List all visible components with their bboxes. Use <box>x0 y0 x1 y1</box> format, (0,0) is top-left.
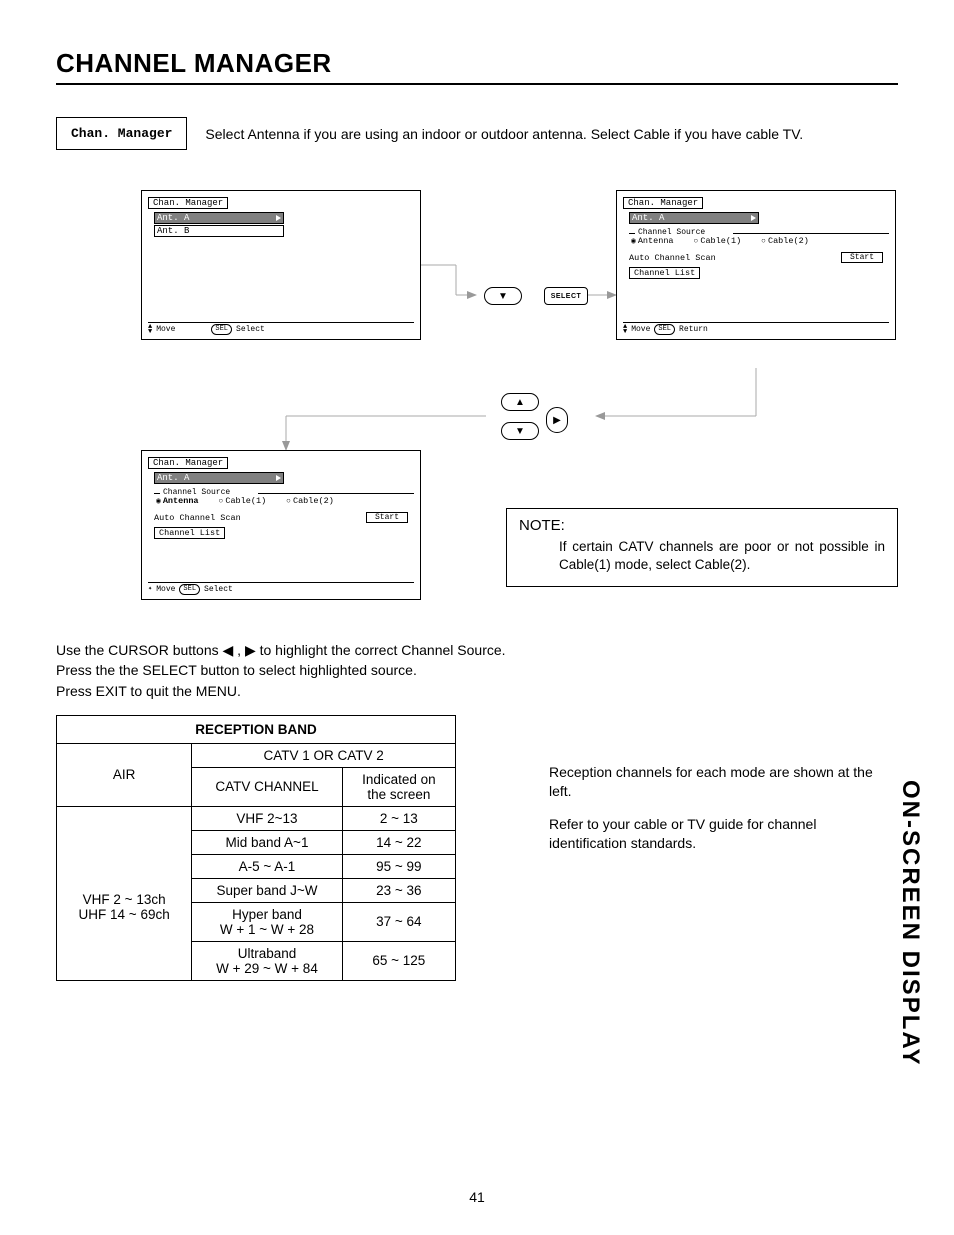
osd-ant-a-label: Ant. A <box>157 473 189 483</box>
osd-panel-2: Chan. Manager Ant. A Channel Source Ante… <box>616 190 896 340</box>
table-cell: 2 ~ 13 <box>342 806 455 830</box>
remote-down-button[interactable]: ▼ <box>501 422 539 440</box>
nav-arrows-icon: ✦ <box>148 586 152 593</box>
table-cell: Mid band A~1 <box>192 830 342 854</box>
channel-source-fieldset: Channel Source Antenna Cable(1) Cable(2) <box>154 490 414 506</box>
right-arrow-icon <box>276 215 281 221</box>
right-arrow-icon <box>276 475 281 481</box>
page-number: 41 <box>0 1189 954 1205</box>
channel-source-radios[interactable]: Antenna Cable(1) Cable(2) <box>631 236 889 246</box>
radio-cable1[interactable]: Cable(1) <box>694 236 742 246</box>
air-header: AIR <box>57 743 192 806</box>
osd-ant-b[interactable]: Ant. B <box>154 225 284 237</box>
section-side-label: ON-SCREEN DISPLAY <box>896 780 924 1067</box>
osd-title: Chan. Manager <box>148 197 228 209</box>
osd-title: Chan. Manager <box>623 197 703 209</box>
remote-select-button[interactable]: SELECT <box>544 287 588 305</box>
reception-band-table: RECEPTION BAND AIR CATV 1 OR CATV 2 CATV… <box>56 715 456 981</box>
side-text-2: Refer to your cable or TV guide for chan… <box>549 815 898 854</box>
instr-line3: Press EXIT to quit the MENU. <box>56 683 241 699</box>
instr-line2: Press the the SELECT button to select hi… <box>56 662 417 678</box>
catv-channel-header: CATV CHANNEL <box>192 767 342 806</box>
osd-panel-1: Chan. Manager Ant. A Ant. B ▲▼ Move SEL … <box>141 190 421 340</box>
radio-antenna[interactable]: Antenna <box>631 236 674 246</box>
auto-scan-row: Auto Channel Scan Start <box>154 512 408 523</box>
auto-scan-label: Auto Channel Scan <box>629 253 716 263</box>
channel-list-button[interactable]: Channel List <box>629 267 700 279</box>
move-label: Move <box>156 585 175 594</box>
table-header: RECEPTION BAND <box>57 715 456 743</box>
osd-footer: ✦ Move SEL Select <box>148 584 233 595</box>
channel-source-legend: Channel Source <box>160 488 233 497</box>
select-label: Select <box>236 325 265 334</box>
auto-scan-row: Auto Channel Scan Start <box>629 252 883 263</box>
page-title: CHANNEL MANAGER <box>56 48 898 85</box>
start-button[interactable]: Start <box>366 512 408 523</box>
catv-header: CATV 1 OR CATV 2 <box>192 743 456 767</box>
right-arrow-icon <box>751 215 756 221</box>
chan-manager-label-box: Chan. Manager <box>56 117 187 150</box>
note-title: NOTE: <box>519 517 885 534</box>
instruction-paragraph: Use the CURSOR buttons ◀ , ▶ to highligh… <box>56 640 898 701</box>
osd-footer: ▲▼ Move SEL Return <box>623 324 708 335</box>
select-label: Select <box>204 585 233 594</box>
updown-icon: ▲▼ <box>623 325 627 335</box>
side-text-1: Reception channels for each mode are sho… <box>549 763 898 802</box>
radio-cable2[interactable]: Cable(2) <box>761 236 809 246</box>
updown-icon: ▲▼ <box>148 325 152 335</box>
osd-footer: ▲▼ Move SEL Select <box>148 324 265 335</box>
osd-ant-a-selected[interactable]: Ant. A <box>154 212 284 224</box>
channel-source-fieldset: Channel Source Antenna Cable(1) Cable(2) <box>629 230 889 246</box>
remote-up-button[interactable]: ▲ <box>501 393 539 411</box>
instr-line1-pre: Use the CURSOR buttons <box>56 642 223 658</box>
osd-ant-a-label: Ant. A <box>632 213 664 223</box>
osd-title: Chan. Manager <box>148 457 228 469</box>
channel-list-button[interactable]: Channel List <box>154 527 225 539</box>
osd-ant-a-selected[interactable]: Ant. A <box>154 472 284 484</box>
table-cell: A-5 ~ A-1 <box>192 854 342 878</box>
note-body: If certain CATV channels are poor or not… <box>559 538 885 574</box>
move-label: Move <box>156 325 175 334</box>
flow-diagram: Chan. Manager Ant. A Ant. B ▲▼ Move SEL … <box>56 190 898 600</box>
auto-scan-label: Auto Channel Scan <box>154 513 241 523</box>
intro-text: Select Antenna if you are using an indoo… <box>205 126 803 142</box>
instr-line1-post: to highlight the correct Channel Source. <box>256 642 506 658</box>
table-cell: VHF 2~13 <box>192 806 342 830</box>
sel-pill: SEL <box>654 324 675 335</box>
move-label: Move <box>631 325 650 334</box>
osd-ant-a-selected[interactable]: Ant. A <box>629 212 759 224</box>
channel-source-radios[interactable]: Antenna Cable(1) Cable(2) <box>156 496 414 506</box>
air-rows: VHF 2 ~ 13ch UHF 14 ~ 69ch <box>57 806 192 980</box>
osd-ant-a-label: Ant. A <box>157 213 189 223</box>
note-box: NOTE: If certain CATV channels are poor … <box>506 508 898 587</box>
sel-pill: SEL <box>179 584 200 595</box>
table-cell: 14 ~ 22 <box>342 830 455 854</box>
indicated-header: Indicated onthe screen <box>342 767 455 806</box>
channel-source-legend: Channel Source <box>635 228 708 237</box>
table-cell: Ultraband W + 29 ~ W + 84 <box>192 941 342 980</box>
radio-antenna[interactable]: Antenna <box>156 496 199 506</box>
radio-cable2[interactable]: Cable(2) <box>286 496 334 506</box>
table-cell: 95 ~ 99 <box>342 854 455 878</box>
return-label: Return <box>679 325 708 334</box>
intro-row: Chan. Manager Select Antenna if you are … <box>56 117 898 150</box>
sel-pill: SEL <box>211 324 232 335</box>
table-cell: Super band J~W <box>192 878 342 902</box>
table-cell: Hyper band W + 1 ~ W + 28 <box>192 902 342 941</box>
start-button[interactable]: Start <box>841 252 883 263</box>
osd-panel-3: Chan. Manager Ant. A Channel Source Ante… <box>141 450 421 600</box>
manual-page: CHANNEL MANAGER Chan. Manager Select Ant… <box>0 0 954 1235</box>
radio-cable1[interactable]: Cable(1) <box>219 496 267 506</box>
table-cell: 65 ~ 125 <box>342 941 455 980</box>
remote-down-button[interactable]: ▼ <box>484 287 522 305</box>
table-cell: 23 ~ 36 <box>342 878 455 902</box>
remote-right-button[interactable]: ▶ <box>546 407 568 433</box>
table-cell: 37 ~ 64 <box>342 902 455 941</box>
